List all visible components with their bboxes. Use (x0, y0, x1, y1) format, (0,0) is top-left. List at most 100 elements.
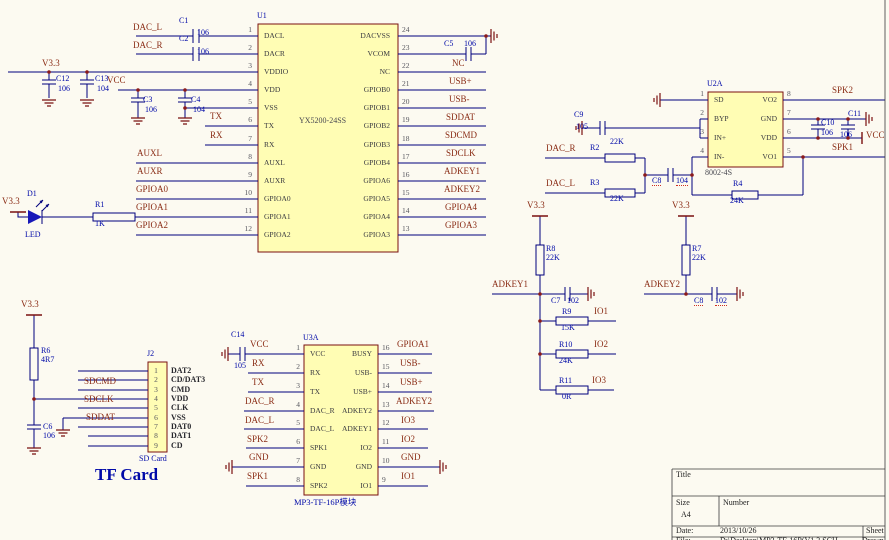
net-label: GND (401, 453, 421, 462)
net-label: GPIOA1 (397, 340, 429, 349)
pin-name: ADKEY1 (320, 425, 372, 433)
led-triangle (28, 210, 42, 224)
pin-name: AUXR (264, 177, 285, 185)
sd-card-caption: SD Card (139, 455, 167, 463)
designator-label: 22K (610, 195, 624, 203)
pin-number: 11 (382, 438, 389, 446)
pin-name: GPIOA3 (336, 231, 390, 239)
designator-label: C14 (231, 331, 244, 339)
net-label: SDCMD (84, 377, 116, 386)
designator-label: C13 (95, 75, 108, 83)
pin-number: 7 (787, 109, 791, 117)
pin-name: GPIOB1 (336, 104, 390, 112)
designator-label: C11 (848, 110, 861, 118)
pin-number: 3 (676, 128, 704, 136)
pin-number: 13 (382, 401, 390, 409)
designator-label: R1 (95, 201, 104, 209)
pin-number: 14 (402, 207, 410, 215)
pin-number: 5 (272, 419, 300, 427)
pin-name: CD/DAT3 (171, 376, 205, 384)
designator-label: 106 (840, 131, 852, 139)
pin-name: DAT2 (171, 367, 191, 375)
pin-name: VDD (171, 395, 188, 403)
pin-number: 8 (150, 432, 162, 440)
pin-name: IN+ (714, 134, 726, 142)
designator-label: 24K (730, 197, 744, 205)
part-comment: 8002-4S (705, 169, 732, 177)
net-label: USB- (400, 359, 421, 368)
net-label: NC (452, 59, 465, 68)
pin-number: 11 (224, 207, 252, 215)
designator-label: 106 (58, 85, 70, 93)
designator-label: 4R7 (41, 356, 54, 364)
resistor-r2 (605, 154, 635, 162)
pin-number: 16 (382, 344, 390, 352)
net-label: GPIOA2 (136, 221, 168, 230)
net-label: SDDAT (86, 413, 115, 422)
net-label: IO3 (401, 416, 415, 425)
designator-label: D1 (27, 190, 37, 198)
net-label: USB+ (400, 378, 423, 387)
designator-label: 22K (546, 254, 560, 262)
designator-label: R3 (590, 179, 599, 187)
designator-label: C2 (179, 35, 188, 43)
designator-label: 106 (197, 48, 209, 56)
designator-label: 1K (95, 220, 105, 228)
net-label: DAC_L (546, 179, 575, 188)
pin-number: 1 (676, 90, 704, 98)
pin-name: VDDIO (264, 68, 288, 76)
pin-name: GPIOA0 (264, 195, 291, 203)
designator-label: R4 (733, 180, 742, 188)
pin-name: IO2 (320, 444, 372, 452)
pin-number: 8 (224, 153, 252, 161)
designator-label: 0R (562, 393, 571, 401)
net-label: DAC_R (245, 397, 275, 406)
pin-number: 9 (150, 442, 162, 450)
net-label: GPIOA0 (136, 185, 168, 194)
designator-label: 22K (692, 254, 706, 262)
designator-label: 106 (43, 432, 55, 440)
pin-name: GND (733, 115, 777, 123)
designator-label: 15K (561, 324, 575, 332)
pin-name: CLK (171, 404, 188, 412)
designator-label: 106 (464, 40, 476, 48)
net-label: ADKEY1 (444, 167, 480, 176)
net-label: DAC_R (546, 144, 576, 153)
designator-label: C12 (56, 75, 69, 83)
pin-name: IO1 (320, 482, 372, 490)
net-label: AUXL (137, 149, 162, 158)
net-label: IO2 (401, 435, 415, 444)
pin-name: GPIOA1 (264, 213, 291, 221)
pin-number: 18 (402, 135, 410, 143)
pin-number: 6 (150, 414, 162, 422)
title-block-lines (672, 0, 885, 540)
pin-name: GPIOB4 (336, 159, 390, 167)
designator-label: C9 (574, 111, 583, 119)
schematic-sheet: DAC_LDAC_RV3.3VCCTXRXAUXLAUXRGPIOA0GPIOA… (0, 0, 889, 540)
designator-label: R11 (559, 377, 572, 385)
designator-label: C1 (179, 17, 188, 25)
designator-label: 105 (576, 123, 588, 131)
net-label: USB- (449, 95, 470, 104)
designator-label: U1 (257, 12, 267, 20)
pin-name: GPIOB2 (336, 122, 390, 130)
pin-number: 5 (787, 147, 791, 155)
net-label: VCC (107, 76, 126, 85)
designator-label: C3 (143, 96, 152, 104)
pin-number: 3 (150, 386, 162, 394)
pin-number: 1 (224, 26, 252, 34)
pin-number: 22 (402, 62, 410, 70)
net-label: GND (249, 453, 269, 462)
pin-name: GND (320, 463, 372, 471)
pin-number: 4 (224, 80, 252, 88)
pin-number: 2 (272, 363, 300, 371)
net-label: V3.3 (527, 201, 545, 210)
pin-name: VO1 (733, 153, 777, 161)
pin-name: VCOM (336, 50, 390, 58)
pin-number: 3 (224, 62, 252, 70)
designator-label: R10 (559, 341, 572, 349)
pin-number: 1 (272, 344, 300, 352)
designator-label: C10 (821, 119, 834, 127)
designator-label: 106 (821, 129, 833, 137)
net-label: VCC (250, 340, 269, 349)
